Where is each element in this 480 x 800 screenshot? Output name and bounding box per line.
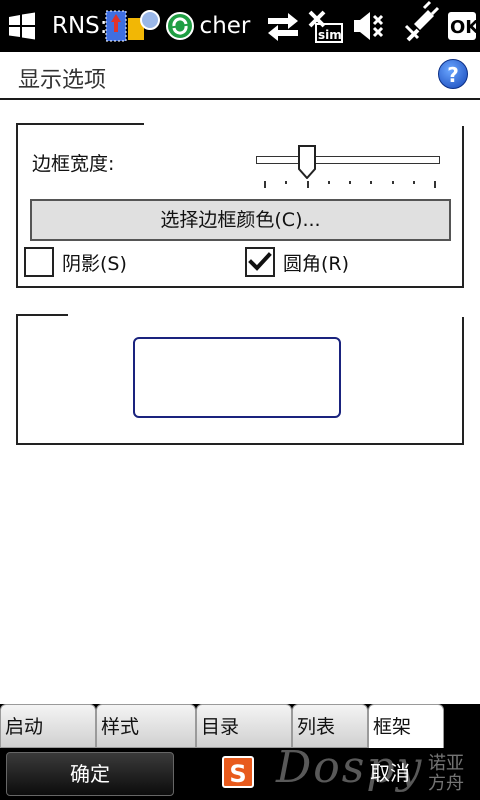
border-width-slider[interactable]	[256, 145, 440, 188]
app-title-text: RNS:	[52, 13, 108, 39]
ok-button: OK	[448, 12, 480, 40]
groupbox-title-gap	[68, 313, 464, 317]
slider-tick	[328, 181, 330, 184]
slider-tick	[434, 181, 436, 188]
soft-key-bar: 确定 S Dospy 取消 诺亚方舟	[0, 742, 480, 800]
shadow-checkbox-label: 阴影(S)	[62, 252, 127, 275]
rounded-checkbox-box[interactable]	[245, 247, 275, 277]
border-preview	[133, 337, 341, 418]
select-border-color-button[interactable]: 选择边框颜色(C)...	[30, 199, 451, 241]
slider-ticks	[264, 181, 436, 189]
tab-startup[interactable]: 启动	[0, 704, 96, 748]
app-title-tail: cher	[199, 13, 251, 39]
slider-tick	[307, 181, 309, 188]
tab-style[interactable]: 样式	[96, 704, 196, 748]
svg-text:sim: sim	[318, 28, 342, 42]
slider-tick	[413, 181, 415, 184]
border-settings-group: 边框宽度: 选择边框颜色(C)... 阴影(S) 圆角(R)	[16, 122, 464, 288]
no-sim-icon: sim	[308, 10, 343, 43]
slider-tick	[264, 181, 266, 188]
checkmark-icon	[248, 252, 272, 271]
volume-off-icon	[354, 12, 384, 40]
shadow-checkbox[interactable]: 阴影(S)	[24, 245, 127, 279]
windows-logo-icon[interactable]	[4, 0, 40, 52]
slider-tick	[392, 181, 394, 184]
data-transfer-icon	[268, 13, 298, 41]
border-width-label: 边框宽度:	[32, 153, 115, 175]
notification-icons	[104, 8, 200, 44]
rounded-checkbox-label: 圆角(R)	[283, 252, 350, 275]
groupbox-title-gap	[144, 122, 464, 126]
status-bar: RNS: cher sim OK	[0, 0, 480, 52]
slider-track[interactable]	[256, 156, 440, 164]
watermark-text: 诺亚方舟	[428, 753, 464, 794]
status-icons: sim OK	[262, 0, 480, 52]
charging-icon	[404, 0, 440, 42]
slider-thumb[interactable]	[298, 145, 316, 180]
input-method-icon[interactable]: S	[222, 756, 254, 788]
svg-text:OK: OK	[450, 17, 480, 38]
rounded-corners-checkbox[interactable]: 圆角(R)	[245, 245, 349, 279]
page-title: 显示选项	[18, 68, 107, 93]
ok-softkey[interactable]: 确定	[6, 752, 174, 796]
preview-group	[16, 313, 464, 445]
shadow-checkbox-box[interactable]	[24, 247, 54, 277]
title-bar: 显示选项 ?	[0, 52, 480, 100]
help-icon[interactable]: ?	[438, 59, 468, 89]
slider-tick	[370, 181, 372, 184]
slider-tick	[285, 181, 287, 184]
slider-tick	[349, 181, 351, 184]
